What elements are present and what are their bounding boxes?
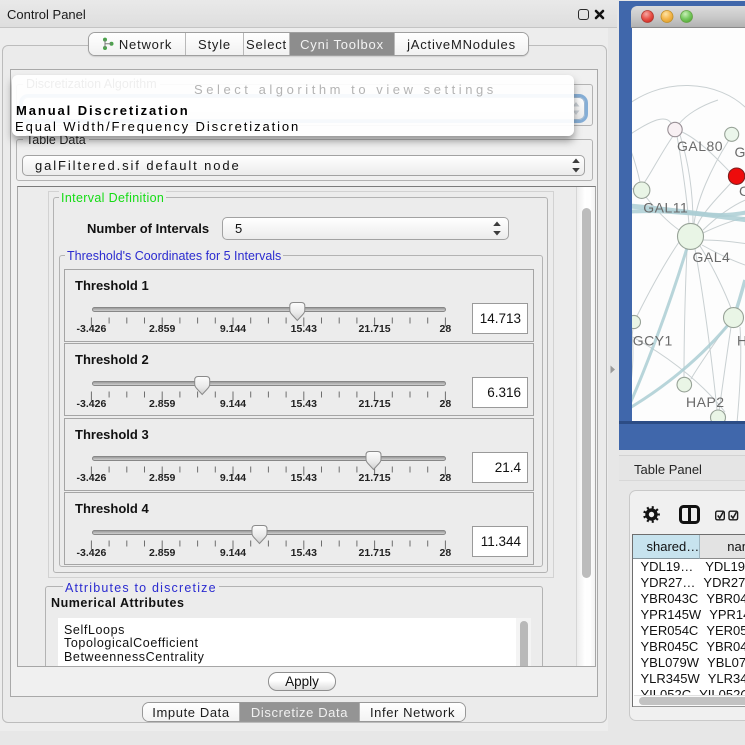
svg-text:GAL4: GAL4 [693,249,731,265]
svg-text:C: C [739,183,745,199]
svg-text:GAL11: GAL11 [643,200,688,216]
svg-text:GCY1: GCY1 [633,333,673,349]
svg-text:HI: HI [737,333,745,349]
svg-text:GAL80: GAL80 [677,138,723,154]
svg-text:GA: GA [735,144,745,160]
svg-text:HAP2: HAP2 [686,394,725,410]
